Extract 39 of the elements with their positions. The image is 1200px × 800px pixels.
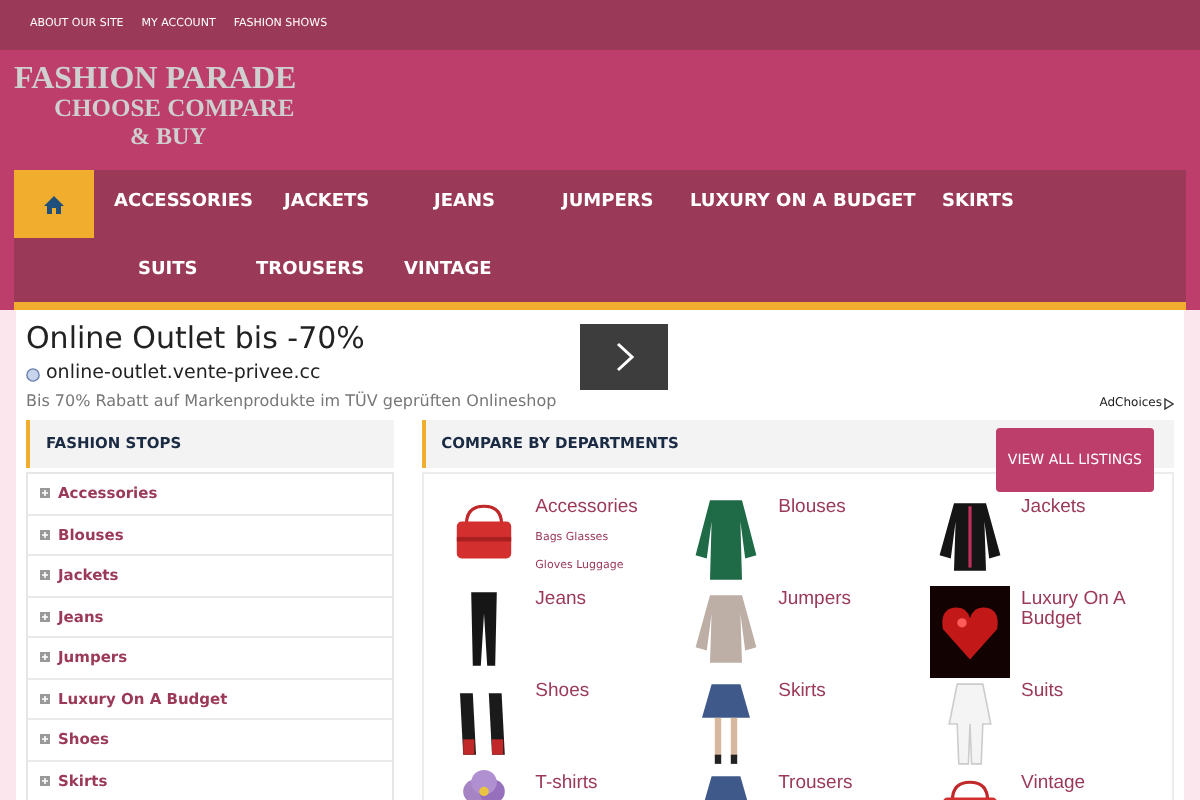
ad-next-button[interactable] bbox=[580, 324, 668, 390]
nav-link[interactable]: JEANS bbox=[414, 170, 542, 238]
home-button[interactable] bbox=[14, 170, 94, 238]
nav-link[interactable]: TROUSERS bbox=[236, 238, 384, 306]
department-link[interactable]: Jumpers bbox=[778, 590, 899, 610]
plus-square-icon bbox=[40, 529, 50, 540]
globe-icon bbox=[26, 367, 40, 382]
play-icon bbox=[1164, 397, 1174, 409]
home-icon bbox=[44, 195, 64, 213]
plus-square-icon bbox=[40, 734, 50, 745]
department-link[interactable]: Suits bbox=[1021, 682, 1142, 702]
logo: FASHION PARADE CHOOSE COMPARE & BUY bbox=[14, 66, 299, 154]
nav-link[interactable]: ACCESSORIES bbox=[94, 170, 264, 238]
department-link[interactable]: Skirts bbox=[778, 682, 899, 702]
ad-title[interactable]: Online Outlet bis -70% bbox=[26, 320, 1174, 356]
plus-square-icon bbox=[40, 652, 50, 663]
department-link[interactable]: Trousers bbox=[778, 774, 899, 794]
plus-square-icon bbox=[40, 775, 50, 786]
department-link[interactable]: Vintage bbox=[1021, 774, 1142, 794]
ad-url[interactable]: online-outlet.vente-privee.cc bbox=[46, 360, 321, 389]
plus-square-icon bbox=[40, 570, 50, 581]
department-link[interactable]: Jackets bbox=[1021, 498, 1142, 518]
nav-link[interactable]: VINTAGE bbox=[384, 238, 524, 306]
department-link[interactable]: Accessories bbox=[535, 498, 656, 518]
department-link[interactable]: Shoes bbox=[535, 682, 656, 702]
department-link[interactable]: Jeans bbox=[535, 590, 656, 610]
nav-link[interactable]: JACKETS bbox=[264, 170, 414, 238]
nav-link[interactable]: JUMPERS bbox=[542, 170, 670, 238]
plus-square-icon bbox=[40, 488, 50, 499]
plus-square-icon bbox=[40, 611, 50, 622]
ad-text: Bis 70% Rabatt auf Markenprodukte im TÜV geprüften Onlineshop bbox=[26, 390, 557, 415]
department-link[interactable]: Luxury On A Budget bbox=[1021, 590, 1142, 630]
nav-link[interactable]: LUXURY ON A BUDGET bbox=[670, 170, 922, 238]
department-link[interactable]: Blouses bbox=[778, 498, 899, 518]
nav-link[interactable]: SUITS bbox=[118, 238, 236, 306]
department-link[interactable]: T-shirts bbox=[535, 774, 656, 794]
chevron-right-icon bbox=[615, 342, 633, 372]
nav-link[interactable]: SKIRTS bbox=[922, 170, 1042, 238]
plus-square-icon bbox=[40, 693, 50, 704]
